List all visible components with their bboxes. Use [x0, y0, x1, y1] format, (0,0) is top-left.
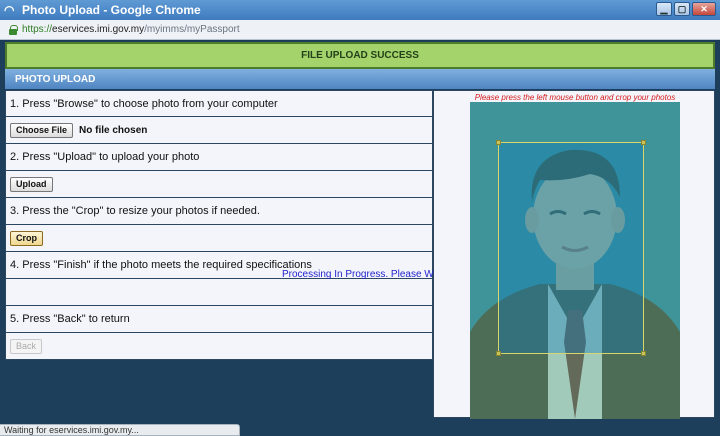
step-2-row: 2. Press "Upload" to upload your photo — [5, 144, 433, 171]
crop-button[interactable]: Crop — [10, 230, 43, 246]
step-2-label: 2. Press "Upload" to upload your photo — [10, 151, 200, 163]
browser-status-bar: Waiting for eservices.imi.gov.my... — [0, 424, 240, 436]
step-3-label: 3. Press the "Crop" to resize your photo… — [10, 205, 260, 217]
file-picker-row: Choose File No file chosen — [5, 117, 433, 144]
window-title: Photo Upload - Google Chrome — [22, 3, 201, 17]
file-status-text: No file chosen — [79, 124, 148, 136]
photo-panel: Please press the left mouse button and c… — [433, 90, 715, 419]
finish-row — [5, 279, 433, 306]
lock-icon — [8, 24, 18, 35]
minimize-button[interactable]: ▁ — [656, 2, 672, 16]
crop-handle-top-left[interactable] — [496, 140, 501, 145]
url-host: eservices.imi.gov.my — [52, 24, 145, 35]
crop-selection[interactable] — [496, 140, 646, 356]
close-button[interactable]: ✕ — [692, 2, 716, 16]
chrome-app-icon: ◠ — [4, 3, 15, 17]
step-1-row: 1. Press "Browse" to choose photo from y… — [5, 90, 433, 117]
upload-row: Upload — [5, 171, 433, 198]
crop-handle-top-right[interactable] — [641, 140, 646, 145]
maximize-button[interactable]: ▢ — [674, 2, 690, 16]
step-5-row: 5. Press "Back" to return — [5, 306, 433, 333]
crop-hint: Please press the left mouse button and c… — [474, 93, 676, 102]
upload-success-banner: FILE UPLOAD SUCCESS — [5, 42, 715, 69]
url-path: /myimms/myPassport — [144, 24, 240, 35]
back-button[interactable]: Back — [10, 338, 43, 354]
section-title: PHOTO UPLOAD — [5, 69, 715, 89]
address-bar[interactable]: https:// eservices.imi.gov.my /myimms/my… — [0, 20, 720, 40]
crop-handle-bottom-left[interactable] — [496, 351, 501, 356]
step-4-label: 4. Press "Finish" if the photo meets the… — [10, 259, 312, 271]
passport-photo[interactable] — [470, 102, 680, 419]
page-content: FILE UPLOAD SUCCESS PHOTO UPLOAD 1. Pres… — [0, 41, 720, 436]
url-scheme: https:// — [22, 24, 53, 35]
step-1-label: 1. Press "Browse" to choose photo from y… — [10, 97, 278, 110]
choose-file-button[interactable]: Choose File — [10, 122, 74, 138]
upload-button[interactable]: Upload — [10, 176, 53, 192]
window-controls: ▁ ▢ ✕ — [656, 2, 716, 16]
crop-handle-bottom-right[interactable] — [641, 351, 646, 356]
steps-table: 1. Press "Browse" to choose photo from y… — [5, 90, 433, 360]
crop-row: Crop — [5, 225, 433, 252]
window-titlebar: ◠ Photo Upload - Google Chrome ▁ ▢ ✕ — [0, 0, 720, 20]
step-5-label: 5. Press "Back" to return — [10, 313, 130, 325]
step-3-row: 3. Press the "Crop" to resize your photo… — [5, 198, 433, 225]
back-row: Back — [5, 333, 433, 360]
